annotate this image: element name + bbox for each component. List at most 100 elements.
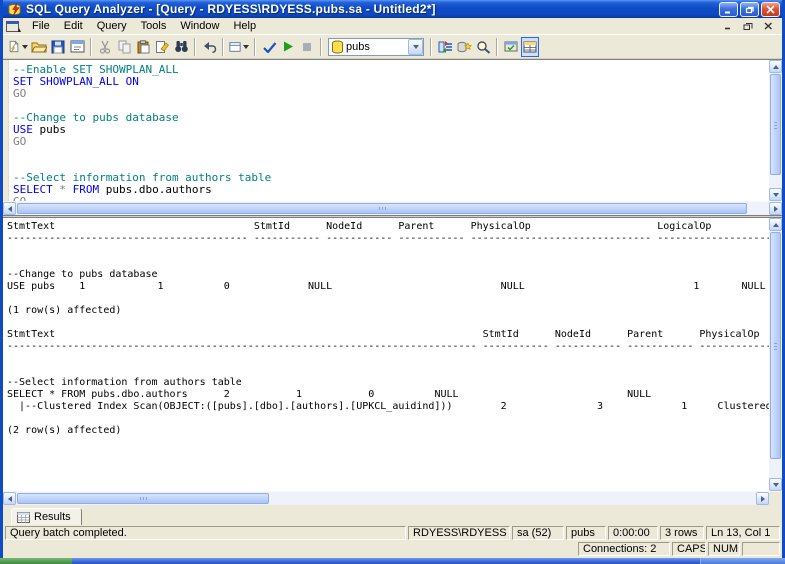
child-restore-button[interactable] <box>741 20 755 32</box>
new-query-icon <box>8 39 20 54</box>
scroll-thumb[interactable] <box>770 232 781 459</box>
toolbar-separator <box>90 38 92 56</box>
object-browser-button[interactable] <box>436 37 454 57</box>
insert-template-icon <box>70 40 85 53</box>
cut-button[interactable] <box>96 37 114 57</box>
taskbar <box>0 558 785 564</box>
new-query-caret <box>22 45 28 49</box>
scroll-track[interactable] <box>769 231 782 478</box>
cut-icon <box>99 40 111 54</box>
toolbar-separator <box>320 38 322 56</box>
new-query-button[interactable] <box>7 37 29 57</box>
database-combo-dropdown[interactable] <box>408 39 423 55</box>
query-editor[interactable]: --Enable SET SHOWPLAN_ALLSET SHOWPLAN_AL… <box>9 60 769 201</box>
paste-icon <box>137 40 150 54</box>
scroll-thumb[interactable] <box>770 74 781 175</box>
minimize-button[interactable] <box>719 2 738 17</box>
child-minimize-button[interactable] <box>721 20 735 32</box>
clear-window-icon <box>155 40 169 54</box>
insert-template-button[interactable] <box>68 37 86 57</box>
toolbar-separator <box>194 38 196 56</box>
save-icon <box>51 40 65 54</box>
scroll-thumb[interactable] <box>17 493 269 504</box>
editor-vertical-scrollbar[interactable] <box>769 60 782 201</box>
clear-window-button[interactable] <box>153 37 171 57</box>
cancel-query-button[interactable] <box>298 37 316 57</box>
child-close-button[interactable] <box>761 20 775 32</box>
scroll-track[interactable] <box>769 73 782 188</box>
save-button[interactable] <box>49 37 67 57</box>
toolbar-separator <box>254 38 256 56</box>
code-line: USE pubs <box>13 124 769 136</box>
system-tray[interactable] <box>700 558 785 564</box>
scroll-track[interactable] <box>16 492 756 505</box>
restore-button[interactable] <box>740 2 759 17</box>
parse-query-button[interactable] <box>260 37 278 57</box>
results-pane-icon <box>523 41 537 53</box>
properties-icon <box>504 40 519 53</box>
editor-horizontal-scrollbar[interactable] <box>3 201 782 215</box>
toolbar-separator <box>430 38 432 56</box>
find-button[interactable] <box>172 37 190 57</box>
show-results-pane-button[interactable] <box>521 37 539 57</box>
display-mode-caret <box>243 45 249 49</box>
object-search-button[interactable] <box>455 37 473 57</box>
copy-icon <box>118 40 131 54</box>
database-combo-value: pubs <box>346 41 408 53</box>
undo-button[interactable] <box>200 37 218 57</box>
menu-window[interactable]: Window <box>173 19 226 33</box>
status-row-count: 3 rows <box>660 526 704 540</box>
toolbar: pubs <box>3 35 782 59</box>
scroll-right-button[interactable] <box>756 492 769 505</box>
scroll-track[interactable] <box>16 202 769 215</box>
tab-results[interactable]: Results <box>11 508 82 525</box>
database-combo[interactable]: pubs <box>328 38 424 56</box>
code-line: GO <box>13 136 769 148</box>
connection-properties-button[interactable] <box>502 37 520 57</box>
menu-file[interactable]: File <box>25 19 57 33</box>
parse-check-icon <box>262 41 277 53</box>
status-database: pubs <box>566 526 606 540</box>
start-button[interactable] <box>0 558 72 564</box>
app-status-bar: Connections: 2 CAPS NUM <box>3 541 782 558</box>
open-folder-icon <box>31 40 47 53</box>
status-user: sa (52) <box>512 526 564 540</box>
code-line: --Change to pubs database <box>13 112 769 124</box>
code-line: SET SHOWPLAN_ALL ON <box>13 76 769 88</box>
object-browser-icon <box>438 40 453 54</box>
copy-button[interactable] <box>115 37 133 57</box>
find-objects-button[interactable] <box>474 37 492 57</box>
close-button[interactable] <box>761 2 780 17</box>
results-vertical-scrollbar[interactable] <box>769 218 782 491</box>
results-horizontal-scrollbar[interactable] <box>3 491 782 505</box>
code-line <box>13 148 769 160</box>
scroll-down-button[interactable] <box>769 478 782 491</box>
scroll-right-button[interactable] <box>769 202 782 215</box>
status-caps-lock: CAPS <box>672 542 706 556</box>
scroll-left-button[interactable] <box>3 202 16 215</box>
menu-tools[interactable]: Tools <box>134 19 174 33</box>
menu-query[interactable]: Query <box>90 19 134 33</box>
scroll-down-button[interactable] <box>769 188 782 201</box>
execute-query-button[interactable] <box>279 37 297 57</box>
object-search-icon <box>457 40 472 54</box>
paste-button[interactable] <box>134 37 152 57</box>
results-output[interactable]: StmtText StmtId NodeId Parent PhysicalOp… <box>3 218 769 491</box>
scroll-left-button[interactable] <box>3 492 16 505</box>
menu-edit[interactable]: Edit <box>57 19 90 33</box>
menu-help[interactable]: Help <box>226 19 263 33</box>
taskbar-strip[interactable] <box>72 558 700 564</box>
open-button[interactable] <box>30 37 48 57</box>
status-empty-cell <box>742 542 780 556</box>
scroll-up-button[interactable] <box>769 60 782 73</box>
scroll-thumb[interactable] <box>17 203 747 214</box>
window-title: SQL Query Analyzer - [Query - RDYESS\RDY… <box>26 2 719 16</box>
scroll-up-button[interactable] <box>769 218 782 231</box>
display-mode-button[interactable] <box>228 37 250 57</box>
code-line: GO <box>13 88 769 100</box>
status-connections: Connections: 2 <box>578 542 670 556</box>
tab-results-label: Results <box>34 511 71 523</box>
undo-icon <box>202 41 217 53</box>
toolbar-separator <box>496 38 498 56</box>
status-num-lock: NUM <box>708 542 740 556</box>
